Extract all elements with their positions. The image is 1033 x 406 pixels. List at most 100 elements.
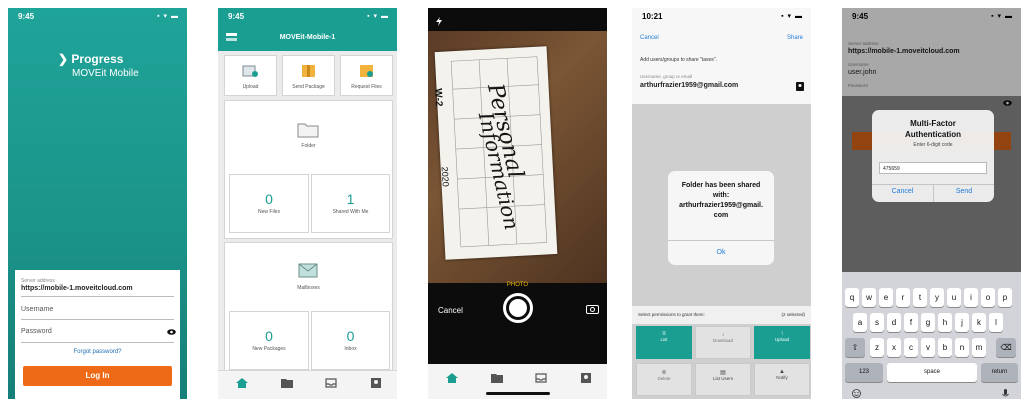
key-r[interactable]: r: [896, 288, 910, 307]
key-m[interactable]: m: [972, 338, 986, 357]
permission-download[interactable]: ↓ Download: [695, 326, 751, 359]
key-j[interactable]: j: [955, 313, 969, 332]
dialog-ok-button[interactable]: Ok: [668, 249, 774, 256]
switch-camera-icon[interactable]: [586, 304, 599, 314]
progress-logo: ❯ Progress: [58, 52, 123, 66]
mfa-title-line: Authentication: [905, 130, 961, 139]
key-p[interactable]: p: [998, 288, 1012, 307]
share-button[interactable]: Share: [787, 35, 803, 41]
key-y[interactable]: y: [930, 288, 944, 307]
upload-button[interactable]: Upload: [224, 55, 277, 96]
new-files-tile[interactable]: 0 New Files: [229, 174, 309, 233]
shared-with-me-tile[interactable]: 1 Shared With Me: [311, 174, 390, 233]
space-key[interactable]: space: [887, 363, 977, 382]
key-a[interactable]: a: [853, 313, 867, 332]
camera-mode-label[interactable]: PHOTO: [428, 282, 607, 288]
request-files-label: Request Files: [351, 84, 382, 90]
microphone-icon[interactable]: [1002, 389, 1009, 399]
permission-label: Delete: [657, 376, 671, 381]
permission-notify[interactable]: ▲ Notify: [754, 363, 810, 396]
new-packages-tile[interactable]: 0 New Packages: [229, 311, 309, 370]
product-name: MOVEit Mobile: [72, 68, 139, 79]
mailboxes-section[interactable]: Mailboxes 0 New Packages 0 Inbox: [224, 242, 393, 373]
key-z[interactable]: z: [870, 338, 884, 357]
request-files-button[interactable]: Request Files: [340, 55, 393, 96]
profile-tab-icon[interactable]: [370, 378, 382, 388]
profile-tab-icon[interactable]: [580, 373, 592, 383]
camera-cancel-button[interactable]: Cancel: [438, 306, 463, 315]
emoji-icon[interactable]: [852, 389, 861, 398]
key-q[interactable]: q: [845, 288, 859, 307]
inbox-tab-icon[interactable]: [535, 373, 547, 383]
key-k[interactable]: k: [972, 313, 986, 332]
permission-delete[interactable]: ⊗ Delete: [636, 363, 692, 396]
forgot-password-link[interactable]: Forgot password?: [8, 349, 187, 355]
recipient-input[interactable]: arthurfrazier1959@gmail.com: [640, 82, 738, 89]
server-address-input[interactable]: https://mobile-1.moveitcloud.com: [21, 285, 133, 292]
home-indicator: [486, 392, 550, 395]
key-h[interactable]: h: [938, 313, 952, 332]
key-w[interactable]: w: [862, 288, 876, 307]
shift-key[interactable]: ⇧: [845, 338, 865, 357]
key-c[interactable]: c: [904, 338, 918, 357]
permissions-selected-count: (2 selected): [781, 312, 805, 317]
permission-upload[interactable]: ↑ Upload: [754, 326, 810, 359]
key-x[interactable]: x: [887, 338, 901, 357]
status-bar: 10:21 ▪ ▾ ▬: [632, 8, 811, 22]
permissions-instruction: Select permissions to grant them:: [638, 312, 705, 317]
permission-list[interactable]: ≡ List: [636, 326, 692, 359]
key-t[interactable]: t: [913, 288, 927, 307]
key-s[interactable]: s: [870, 313, 884, 332]
mfa-cancel-button[interactable]: Cancel: [872, 188, 933, 195]
divider: [21, 296, 174, 297]
home-screen: 9:45 ▪ ▾ ▬ MOVEit-Mobile-1 Upload Send P…: [218, 8, 397, 399]
permission-label: Upload: [774, 337, 790, 342]
cancel-button[interactable]: Cancel: [640, 35, 659, 41]
numbers-key[interactable]: 123: [845, 363, 883, 382]
login-button[interactable]: Log In: [23, 366, 172, 386]
inbox-tile[interactable]: 0 Inbox: [311, 311, 390, 370]
shutter-button[interactable]: [503, 293, 533, 323]
tax-document: W-2 2020 Personal Information: [432, 46, 558, 260]
key-i[interactable]: i: [964, 288, 978, 307]
key-n[interactable]: n: [955, 338, 969, 357]
mfa-screen: 9:45 ▪ ▾ ▬ Server address https://mobile…: [842, 8, 1021, 399]
status-time: 10:21: [642, 12, 663, 21]
send-package-button[interactable]: Send Package: [282, 55, 335, 96]
username-input[interactable]: Username: [21, 306, 53, 313]
folder-tab-icon[interactable]: [281, 378, 293, 388]
backspace-key[interactable]: ⌫: [996, 338, 1016, 357]
key-v[interactable]: v: [921, 338, 935, 357]
mfa-send-button[interactable]: Send: [934, 188, 994, 195]
key-o[interactable]: o: [981, 288, 995, 307]
key-b[interactable]: b: [938, 338, 952, 357]
show-password-eye-icon[interactable]: [167, 329, 176, 335]
status-icons: ▪ ▾ ▬: [367, 13, 389, 20]
camera-viewfinder[interactable]: W-2 2020 Personal Information: [428, 31, 607, 283]
key-l[interactable]: l: [989, 313, 1003, 332]
home-tab-icon[interactable]: [236, 378, 248, 388]
return-key[interactable]: return: [981, 363, 1018, 382]
dialog-line: Folder has been shared: [681, 182, 761, 189]
folder-section[interactable]: Folder 0 New Files 1 Shared With Me: [224, 100, 393, 239]
flash-icon[interactable]: [436, 17, 442, 26]
key-g[interactable]: g: [921, 313, 935, 332]
password-input[interactable]: Password: [21, 328, 52, 335]
key-f[interactable]: f: [904, 313, 918, 332]
folder-tab-icon[interactable]: [491, 373, 503, 383]
permission-label: Notify: [776, 375, 788, 380]
mailbox-icon: [298, 263, 318, 278]
key-u[interactable]: u: [947, 288, 961, 307]
mfa-code-input[interactable]: 475659: [879, 162, 987, 174]
permission-list-users[interactable]: ▤ List Users: [695, 363, 751, 396]
share-instruction: Add users/groups to share "taxes".: [640, 57, 717, 63]
inbox-tab-icon[interactable]: [325, 378, 337, 388]
home-tab-icon[interactable]: [446, 373, 458, 383]
dialog-line: com: [713, 212, 729, 219]
brand-name: Progress: [71, 52, 124, 66]
status-time: 9:45: [18, 12, 35, 21]
contacts-icon[interactable]: [796, 82, 804, 91]
key-e[interactable]: e: [879, 288, 893, 307]
key-d[interactable]: d: [887, 313, 901, 332]
mailboxes-label: Mailboxes: [297, 285, 320, 291]
